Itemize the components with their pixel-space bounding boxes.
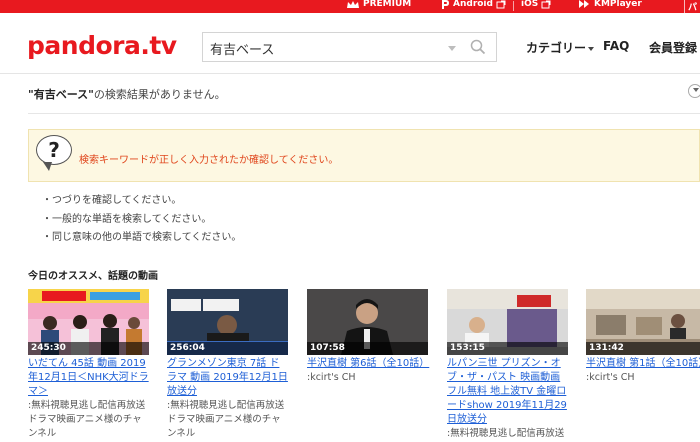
recommend-title: 今日のオススメ、話題の動画: [28, 271, 158, 282]
apple-icon: [541, 0, 551, 8]
nav-faq[interactable]: FAQ: [603, 39, 629, 53]
video-channel: :kcirt's CH: [307, 372, 356, 383]
video-thumbnail[interactable]: 107:58: [307, 289, 428, 355]
search-icon[interactable]: [470, 39, 486, 55]
nav-category-label: カテゴリー: [526, 41, 587, 55]
video-duration: 153:15: [447, 342, 568, 355]
video-channel: :無料視聴見逃し配信再放送: [447, 428, 565, 439]
video-duration: 245:30: [28, 342, 149, 355]
video-thumbnail[interactable]: 153:15: [447, 289, 568, 355]
search-box[interactable]: 有吉ベース: [202, 32, 497, 62]
video-duration: 256:04: [167, 342, 288, 355]
video-channel: :無料視聴見逃し配信再放送ドラマ映画アニメ様のチャンネル: [167, 400, 285, 439]
video-title-link[interactable]: 半沢直樹 第6話（全10話）: [307, 357, 429, 371]
video-title-link[interactable]: ルパン三世 プリズン・オブ・ザ・パスト 映画動画フル無料 地上波TV 金曜ロード…: [447, 357, 568, 427]
kmplayer-icon: [579, 0, 589, 8]
ios-link[interactable]: iOS: [521, 0, 551, 9]
premium-label: PREMIUM: [363, 0, 412, 9]
question-bubble-icon: ?: [36, 135, 72, 165]
crown-icon: [347, 0, 359, 8]
separator: [513, 1, 514, 11]
tip-item: ・同じ意味の他の単語で検索してください。: [42, 232, 242, 243]
video-card[interactable]: 256:04 グランメゾン東京 7話 ドラマ 動画 2019年12月1日放送分 …: [167, 289, 288, 441]
bubble-tail: [43, 162, 52, 171]
premium-link[interactable]: PREMIUM: [346, 0, 411, 9]
no-results-message: "有吉ベース"の検索結果がありません。: [28, 86, 226, 102]
expand-button[interactable]: [688, 84, 700, 98]
divider: [28, 113, 700, 114]
chevron-down-icon: [588, 46, 595, 51]
external-link-icon: [496, 0, 506, 8]
video-title-link[interactable]: 半沢直樹 第1話（全10話）: [586, 357, 700, 371]
video-title-link[interactable]: グランメゾン東京 7話 ドラマ 動画 2019年12月1日放送分: [167, 357, 288, 399]
search-input[interactable]: 有吉ベース: [210, 39, 274, 58]
video-channel: :kcirt's CH: [586, 372, 635, 383]
chevron-down-icon[interactable]: [448, 46, 456, 51]
android-link[interactable]: Android: [441, 0, 506, 9]
video-title-link[interactable]: いだてん 45話 動画 2019年12月1日＜NHK大河ドラマ＞: [28, 357, 149, 399]
search-tips: ・つづりを確認してください。 ・一般的な単語を検索してください。 ・同じ意味の他…: [42, 192, 241, 248]
search-keyword: "有吉ベース": [28, 88, 94, 101]
tip-item: ・つづりを確認してください。: [42, 195, 182, 206]
video-duration: 131:42: [586, 342, 700, 355]
notice-box: ? 検索キーワードが正しく入力されたか確認してください。: [28, 129, 700, 182]
video-card[interactable]: 153:15 ルパン三世 プリズン・オブ・ザ・パスト 映画動画フル無料 地上波T…: [447, 289, 568, 441]
ios-label: iOS: [521, 0, 539, 9]
video-thumbnail[interactable]: 131:42: [586, 289, 700, 355]
tip-item: ・一般的な単語を検索してください。: [42, 213, 212, 225]
video-duration: 107:58: [307, 342, 428, 355]
site-header: pandora.tv 有吉ベース カテゴリー FAQ 会員登録: [0, 13, 700, 74]
video-card[interactable]: 107:58 半沢直樹 第6話（全10話） :kcirt's CH: [307, 289, 429, 385]
corner-button[interactable]: パ: [684, 0, 700, 13]
nav-category[interactable]: カテゴリー: [526, 39, 595, 56]
kmplayer-label: KMPlayer: [594, 0, 642, 9]
video-card[interactable]: 131:42 半沢直樹 第1話（全10話） :kcirt's CH: [586, 289, 700, 385]
site-logo[interactable]: pandora.tv: [27, 31, 177, 60]
top-bar: PREMIUM Android iOS KMPlayer パ: [0, 0, 700, 13]
android-label: Android: [453, 0, 493, 9]
video-card[interactable]: 245:30 いだてん 45話 動画 2019年12月1日＜NHK大河ドラマ＞ …: [28, 289, 149, 441]
video-channel: :無料視聴見逃し配信再放送ドラマ映画アニメ様のチャンネル: [28, 400, 146, 439]
android-icon: [442, 0, 449, 9]
notice-message: 検索キーワードが正しく入力されたか確認してください。: [79, 155, 339, 166]
nav-register[interactable]: 会員登録: [649, 39, 697, 56]
video-thumbnail[interactable]: 245:30: [28, 289, 149, 355]
no-results-text: の検索結果がありません。: [93, 88, 226, 101]
video-thumbnail[interactable]: 256:04: [167, 289, 288, 355]
kmplayer-link[interactable]: KMPlayer: [578, 0, 642, 9]
